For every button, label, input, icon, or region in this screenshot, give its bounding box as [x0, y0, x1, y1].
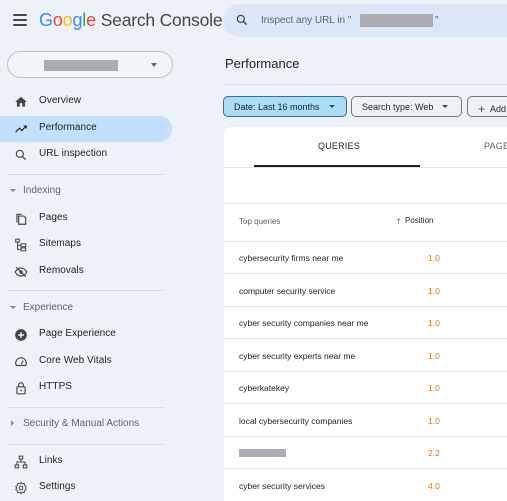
- query-cell: cybersecurity firms near me: [239, 253, 344, 263]
- position-cell: 1.0: [428, 383, 440, 393]
- sitemap-icon: [15, 238, 27, 252]
- position-cell: 1.0: [428, 350, 440, 361]
- column-header-top-queries: Top queries: [239, 217, 281, 226]
- speedometer-icon: [15, 357, 27, 367]
- table-row[interactable]: local cybersecurity companies 1.0: [224, 405, 507, 437]
- position-cell: 1.0: [428, 253, 440, 263]
- lock-icon: [16, 382, 26, 395]
- table-row[interactable]: cybersecurity firms near me 1.0: [224, 242, 507, 274]
- position-cell: 1.0: [428, 285, 440, 296]
- tab-pages[interactable]: PAGE: [464, 127, 507, 167]
- chevron-down-icon: [328, 105, 335, 108]
- table-row[interactable]: cyber security companies near me 1.0: [224, 307, 507, 339]
- app-logo[interactable]: Google Search Console: [39, 10, 223, 31]
- search-type-filter-chip[interactable]: Search type: Web: [351, 96, 462, 117]
- tab-divider: [224, 167, 507, 168]
- gear-icon: [15, 481, 27, 495]
- page-title: Performance: [225, 56, 300, 71]
- property-selector[interactable]: [7, 51, 173, 78]
- table-row[interactable]: cyber security experts near me 1.0: [224, 340, 507, 372]
- tab-queries[interactable]: QUERIES: [254, 127, 420, 167]
- property-name-redacted: [360, 14, 433, 27]
- table-row[interactable]: cyberkatekey 1.0: [224, 372, 507, 404]
- url-inspection-search-input[interactable]: Inspect any URL in " ": [223, 4, 507, 37]
- chevron-down-icon: [151, 63, 157, 67]
- title-divider: [223, 84, 507, 85]
- query-cell: computer security service: [239, 285, 336, 296]
- query-cell: cyber security experts near me: [239, 350, 356, 361]
- eye-off-icon: [14, 266, 28, 278]
- table-row[interactable]: 2.2: [224, 437, 507, 469]
- sidebar-section-security[interactable]: Security & Manual Actions: [0, 415, 172, 435]
- pages-icon: [16, 213, 27, 225]
- sidebar-divider: [7, 174, 164, 175]
- date-filter-chip[interactable]: Date: Last 16 months: [223, 96, 347, 117]
- sidebar-item-overview[interactable]: Overview: [0, 89, 172, 115]
- sidebar-item-pages[interactable]: Pages: [0, 206, 172, 232]
- search-icon: [236, 14, 248, 26]
- property-name-redacted: [44, 60, 118, 71]
- sidebar-item-settings[interactable]: Settings: [0, 475, 172, 501]
- add-filter-button[interactable]: + Add: [467, 96, 507, 117]
- sidebar-section-experience[interactable]: Experience: [0, 299, 172, 319]
- performance-table-card: QUERIES PAGE Top queries ↑ Position cyber…: [224, 127, 507, 501]
- product-name: Search Console: [100, 10, 223, 30]
- position-cell: 1.0: [428, 318, 440, 328]
- sidebar-divider: [7, 407, 164, 408]
- main-menu-button[interactable]: [13, 14, 27, 26]
- toolbar-divider: [224, 203, 507, 204]
- column-header-position[interactable]: ↑ Position: [396, 216, 433, 227]
- sidebar-item-links[interactable]: Links: [0, 449, 172, 475]
- table-row[interactable]: cyber security services 4.0: [224, 470, 507, 501]
- links-icon: [14, 455, 28, 469]
- collapse-arrow-icon: [10, 306, 16, 309]
- expand-arrow-icon: [11, 420, 14, 426]
- search-icon: [15, 149, 27, 161]
- sidebar-item-core-web-vitals[interactable]: Core Web Vitals: [0, 349, 172, 375]
- sidebar-divider: [7, 290, 164, 291]
- position-cell: 1.0: [428, 415, 440, 426]
- sidebar-item-performance[interactable]: Performance: [0, 116, 172, 142]
- sidebar-item-sitemaps[interactable]: Sitemaps: [0, 232, 172, 258]
- sidebar-divider: [7, 444, 164, 445]
- page-experience-icon: [15, 329, 27, 341]
- query-cell: cyberkatekey: [239, 383, 290, 393]
- chevron-down-icon: [442, 105, 449, 108]
- position-cell: 2.2: [428, 448, 440, 458]
- search-placeholder: Inspect any URL in ": [261, 15, 352, 26]
- collapse-arrow-icon: [10, 189, 16, 192]
- sidebar-item-removals[interactable]: Removals: [0, 259, 172, 285]
- position-cell: 4.0: [428, 480, 440, 491]
- sort-ascending-icon: ↑: [396, 216, 401, 227]
- table-row[interactable]: computer security service 1.0: [224, 275, 507, 307]
- trending-up-icon: [15, 125, 27, 133]
- query-cell-redacted: [239, 449, 286, 457]
- query-cell: cyber security companies near me: [239, 318, 369, 328]
- sidebar-item-https[interactable]: HTTPS: [0, 375, 172, 401]
- query-cell: local cybersecurity companies: [239, 415, 353, 426]
- home-icon: [15, 96, 27, 107]
- sidebar-item-page-experience[interactable]: Page Experience: [0, 322, 172, 348]
- query-cell: cyber security services: [239, 480, 325, 491]
- sidebar: Google Search Console Overview Performan…: [0, 0, 223, 501]
- plus-icon: +: [478, 102, 486, 116]
- sidebar-section-indexing[interactable]: Indexing: [0, 182, 172, 202]
- sidebar-item-url-inspection[interactable]: URL inspection: [0, 142, 172, 168]
